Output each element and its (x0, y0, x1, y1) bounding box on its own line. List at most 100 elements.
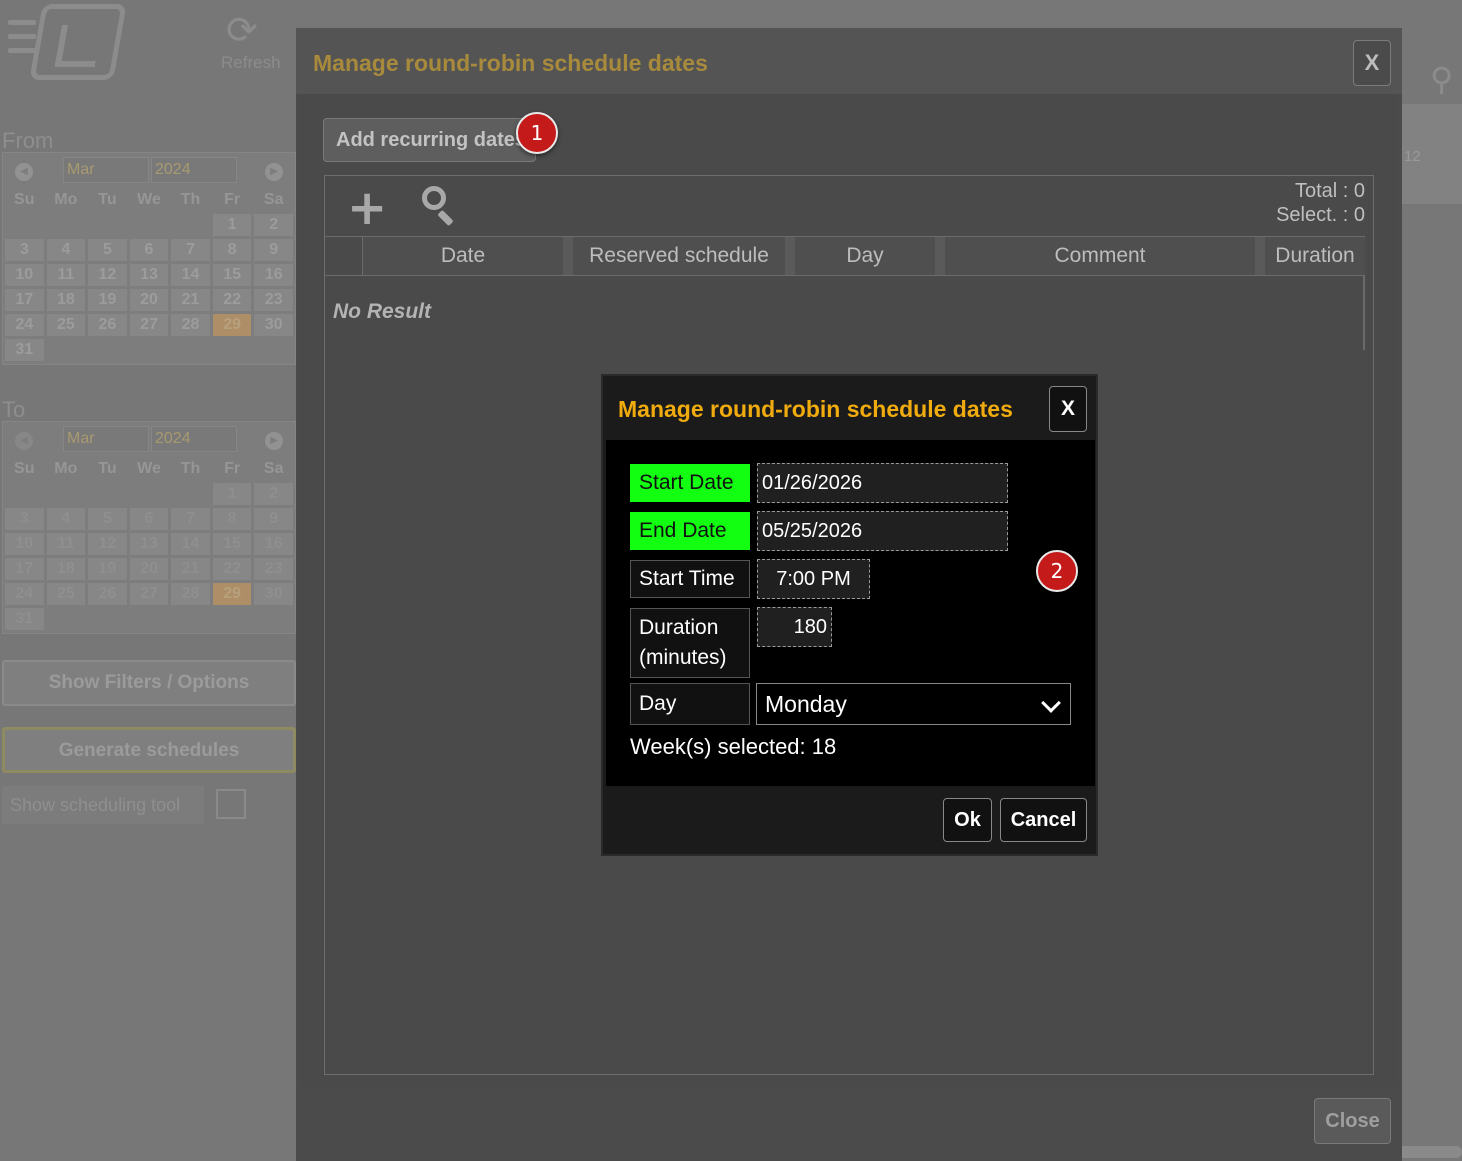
calendar-day[interactable]: 22 (212, 289, 252, 311)
calendar-day[interactable]: 15 (212, 533, 252, 555)
prev-month-icon[interactable]: ◀ (15, 432, 33, 450)
calendar-empty-cell (5, 483, 44, 505)
calendar-day[interactable]: 10 (5, 533, 44, 555)
show-scheduling-tool-checkbox[interactable] (216, 789, 246, 819)
calendar-day[interactable]: 14 (171, 533, 210, 555)
select-column-header[interactable] (325, 237, 363, 275)
add-recurring-dates-button[interactable]: Add recurring dates (323, 118, 536, 162)
calendar-day[interactable]: 6 (129, 239, 169, 261)
calendar-day[interactable]: 29 (212, 583, 252, 605)
calendar-day[interactable]: 27 (129, 583, 169, 605)
start-time-input[interactable]: 7:00 PM (757, 559, 870, 599)
generate-schedules-button[interactable]: Generate schedules (2, 727, 296, 773)
day-select[interactable]: Monday (756, 683, 1071, 725)
calendar-day[interactable]: 13 (129, 264, 169, 286)
calendar-day[interactable]: 30 (254, 314, 293, 336)
weekday-header: Tu (98, 191, 117, 208)
calendar-day[interactable]: 20 (129, 289, 169, 311)
calendar-day[interactable]: 23 (254, 289, 293, 311)
calendar-day[interactable]: 4 (46, 508, 86, 530)
calendar-day[interactable]: 10 (5, 264, 44, 286)
calendar-day[interactable]: 5 (88, 239, 127, 261)
calendar-day[interactable]: 24 (5, 314, 44, 336)
calendar-day[interactable]: 19 (88, 558, 127, 580)
calendar-day[interactable]: 5 (88, 508, 127, 530)
calendar-day[interactable]: 7 (171, 239, 210, 261)
ok-button[interactable]: Ok (943, 798, 992, 842)
modal-close-button[interactable]: X (1353, 40, 1391, 86)
start-date-input[interactable]: 01/26/2026 (757, 463, 1008, 503)
calendar-day[interactable]: 13 (129, 533, 169, 555)
calendar-day[interactable]: 24 (5, 583, 44, 605)
calendar-day[interactable]: 16 (254, 264, 293, 286)
column-header-date[interactable]: Date (363, 237, 573, 275)
calendar-day[interactable]: 19 (88, 289, 127, 311)
calendar-day[interactable]: 11 (46, 533, 86, 555)
show-filters-button[interactable]: Show Filters / Options (2, 660, 296, 706)
calendar-day[interactable]: 4 (46, 239, 86, 261)
add-icon[interactable]: + (347, 182, 387, 234)
calendar-day[interactable]: 28 (171, 314, 210, 336)
cancel-button[interactable]: Cancel (1000, 798, 1087, 842)
search-icon[interactable] (420, 184, 460, 228)
dialog-close-button[interactable]: X (1049, 386, 1087, 432)
calendar-day[interactable]: 9 (254, 508, 293, 530)
calendar-day[interactable]: 14 (171, 264, 210, 286)
close-button[interactable]: Close (1314, 1098, 1391, 1144)
calendar-day[interactable]: 31 (5, 339, 44, 361)
duration-input[interactable]: 180 (757, 607, 832, 647)
calendar-day[interactable]: 21 (171, 289, 210, 311)
calendar-day[interactable]: 17 (5, 289, 44, 311)
calendar-day[interactable]: 6 (129, 508, 169, 530)
calendar-day[interactable]: 28 (171, 583, 210, 605)
calendar-day[interactable]: 30 (254, 583, 293, 605)
calendar-day[interactable]: 3 (5, 239, 44, 261)
calendar-day[interactable]: 8 (212, 508, 252, 530)
month-select[interactable]: Mar (63, 426, 149, 452)
next-month-icon[interactable]: ▶ (265, 163, 283, 181)
calendar-day[interactable]: 7 (171, 508, 210, 530)
calendar-day[interactable]: 12 (88, 533, 127, 555)
calendar-day[interactable]: 29 (212, 314, 252, 336)
from-label: From (2, 128, 54, 153)
calendar-grid: Su Mo Tu We Th Fr Sa 1 2 3 4 5 6 7 8 9 10 11 12 13 14 15 16 17 1… (3, 189, 295, 364)
calendar-day[interactable]: 1 (212, 483, 252, 505)
calendar-day[interactable]: 17 (5, 558, 44, 580)
refresh-label[interactable]: Refresh (221, 53, 281, 73)
start-date-label: Start Date (630, 464, 750, 502)
year-select[interactable]: 2024 (151, 157, 237, 183)
calendar-day[interactable]: 31 (5, 608, 44, 630)
year-select[interactable]: 2024 (151, 426, 237, 452)
column-header-day[interactable]: Day (795, 237, 945, 275)
column-header-comment[interactable]: Comment (945, 237, 1265, 275)
column-header-duration[interactable]: Duration (1265, 237, 1365, 275)
calendar-day[interactable]: 25 (46, 314, 86, 336)
prev-month-icon[interactable]: ◀ (15, 163, 33, 181)
calendar-day[interactable]: 20 (129, 558, 169, 580)
refresh-icon[interactable]: ⟳ (226, 8, 258, 52)
calendar-day[interactable]: 15 (212, 264, 252, 286)
calendar-day[interactable]: 9 (254, 239, 293, 261)
calendar-day[interactable]: 12 (88, 264, 127, 286)
calendar-day[interactable]: 26 (88, 314, 127, 336)
calendar-day[interactable]: 27 (129, 314, 169, 336)
calendar-day[interactable]: 3 (5, 508, 44, 530)
calendar-day[interactable]: 16 (254, 533, 293, 555)
calendar-day[interactable]: 8 (212, 239, 252, 261)
calendar-day[interactable]: 18 (46, 289, 86, 311)
calendar-day[interactable]: 26 (88, 583, 127, 605)
calendar-day[interactable]: 2 (254, 214, 293, 236)
calendar-day[interactable]: 21 (171, 558, 210, 580)
month-select[interactable]: Mar (63, 157, 149, 183)
calendar-day[interactable]: 11 (46, 264, 86, 286)
calendar-day[interactable]: 22 (212, 558, 252, 580)
calendar-day[interactable]: 2 (254, 483, 293, 505)
search-icon[interactable]: ⚲ (1430, 60, 1453, 98)
calendar-day[interactable]: 1 (212, 214, 252, 236)
calendar-day[interactable]: 23 (254, 558, 293, 580)
end-date-input[interactable]: 05/25/2026 (757, 511, 1008, 551)
calendar-day[interactable]: 18 (46, 558, 86, 580)
calendar-day[interactable]: 25 (46, 583, 86, 605)
column-header-reserved-schedule[interactable]: Reserved schedule (573, 237, 795, 275)
next-month-icon[interactable]: ▶ (265, 432, 283, 450)
